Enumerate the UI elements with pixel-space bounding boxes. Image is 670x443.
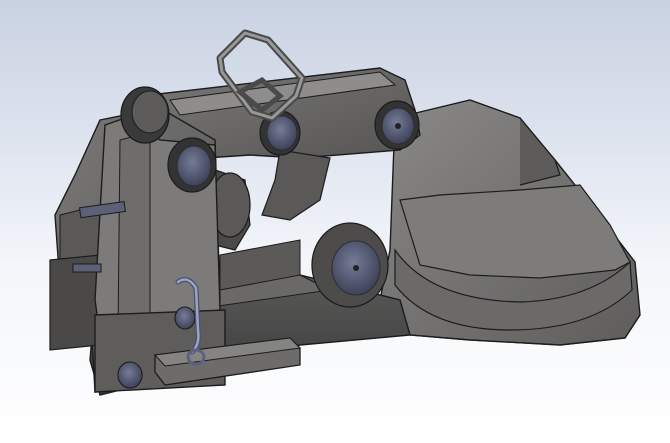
pin-lower-middle bbox=[174, 306, 196, 330]
pin-lower-left bbox=[117, 361, 143, 389]
curved-jaw-die bbox=[379, 99, 641, 346]
cad-model-render bbox=[49, 29, 641, 396]
pin-front bbox=[167, 137, 217, 193]
pin-top-left bbox=[120, 86, 170, 144]
cad-viewport bbox=[0, 0, 670, 443]
pin-top-right bbox=[374, 100, 420, 150]
pin-jaw bbox=[311, 222, 389, 308]
